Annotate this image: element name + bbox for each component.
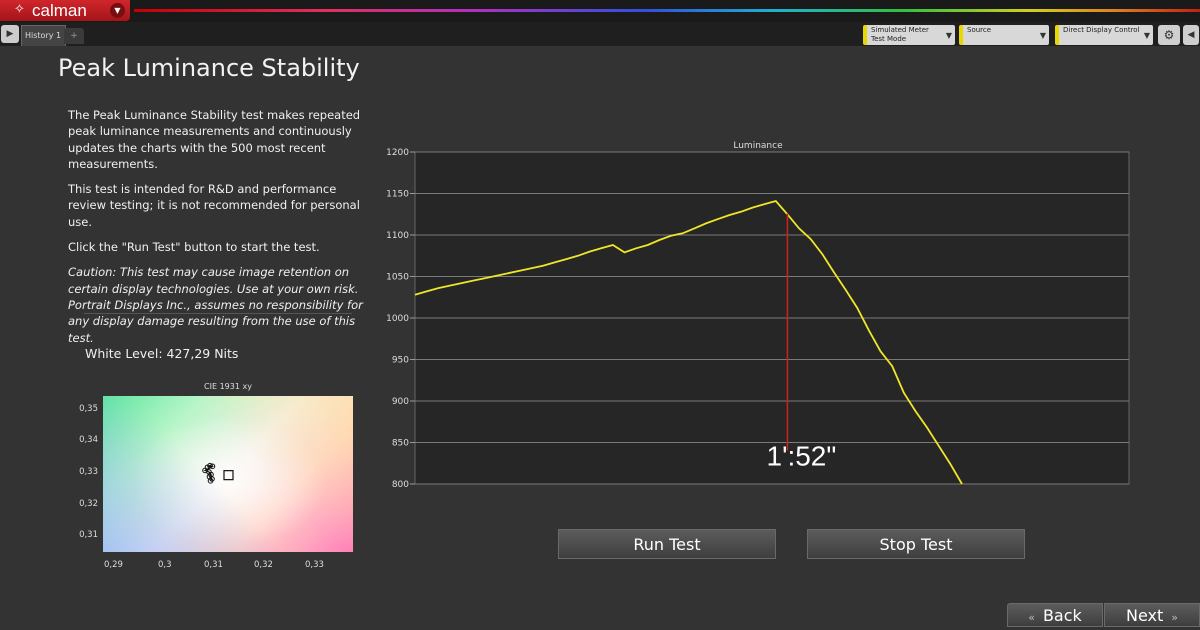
white-level-readout: White Level: 427,29 Nits [85, 346, 239, 361]
play-icon[interactable]: ▶ [1, 25, 19, 43]
cie-target-point [223, 470, 234, 481]
back-arrow-icon: « [1028, 611, 1035, 624]
source-dropdown-label: Source [967, 26, 992, 34]
back-label: Back [1042, 606, 1082, 625]
cie-y-tick: 0,35 [79, 404, 98, 414]
chart-y-tick-label: 850 [392, 439, 409, 449]
next-arrow-icon: » [1171, 611, 1178, 624]
run-test-button[interactable]: Run Test [558, 529, 776, 559]
cie-x-tick: 0,32 [254, 560, 273, 570]
elapsed-time-annotation: 1':52" [767, 441, 837, 472]
chart-y-tick-label: 1000 [386, 314, 409, 324]
cie-x-tick: 0,3 [158, 560, 172, 570]
cie-x-tick: 0,31 [204, 560, 223, 570]
description: The Peak Luminance Stability test makes … [68, 107, 373, 355]
chart-y-tick-label: 1150 [386, 190, 409, 200]
chart-y-tick-label: 1100 [386, 231, 409, 241]
chevron-down-icon: ▼ [110, 3, 125, 18]
cie-chart-title: CIE 1931 xy [204, 382, 252, 391]
chart-y-tick-label: 800 [392, 480, 409, 490]
next-label: Next [1125, 606, 1164, 625]
tab-history[interactable]: History 1 [21, 25, 66, 46]
cie-x-tick: 0,33 [305, 560, 324, 570]
cie-chart [103, 396, 353, 552]
add-tab-button[interactable]: + [64, 28, 84, 44]
stop-test-button[interactable]: Stop Test [807, 529, 1025, 559]
description-paragraph: Click the "Run Test" button to start the… [68, 240, 320, 255]
chart-y-tick-label: 950 [392, 356, 409, 366]
direct-display-control-dropdown[interactable]: Direct Display Control ▼ [1055, 25, 1153, 45]
gear-icon[interactable]: ⚙ [1158, 25, 1180, 45]
cie-y-tick: 0,34 [79, 435, 98, 445]
page-title: Peak Luminance Stability [58, 54, 360, 82]
chart-y-tick-label: 900 [392, 397, 409, 407]
description-paragraph: This test is intended for R&D and perfor… [68, 182, 360, 229]
divider [84, 313, 352, 314]
luminance-chart: Luminance 1200 1150 1100 1050 1000 950 900 850 8… [386, 141, 1130, 490]
back-button[interactable]: « Back [1007, 603, 1103, 627]
cie-y-tick: 0,31 [79, 530, 98, 540]
chevron-down-icon: ▼ [945, 31, 952, 40]
cie-plot [202, 462, 234, 484]
cie-y-tick: 0,33 [79, 467, 98, 477]
chart-y-tick-label: 1050 [386, 273, 409, 283]
collapse-icon[interactable]: ◀ [1183, 25, 1199, 45]
chart-title: Luminance [733, 141, 783, 151]
top-bar: ✧ calman ▼ [0, 0, 1200, 22]
rainbow-stripe [134, 9, 1200, 12]
description-paragraph: The Peak Luminance Stability test makes … [68, 108, 361, 171]
cie-x-tick: 0,29 [104, 560, 123, 570]
calman-menu-button[interactable]: ✧ calman ▼ [0, 0, 130, 21]
caution-text: Caution: This test may cause image reten… [68, 265, 363, 345]
chart-y-tick-label: 1200 [386, 148, 409, 158]
meter-dropdown-label: Simulated Meter [871, 26, 929, 34]
calman-logo-text: calman [32, 1, 87, 20]
chevron-down-icon: ▼ [1039, 31, 1046, 40]
chevron-down-icon: ▼ [1143, 31, 1150, 40]
tab-bar: ▶ History 1 + Simulated Meter Test Mode … [0, 22, 1200, 46]
cie-y-tick: 0,32 [79, 499, 98, 509]
ddc-dropdown-label: Direct Display Control [1063, 26, 1140, 34]
meter-dropdown[interactable]: Simulated Meter Test Mode ▼ [863, 25, 955, 45]
next-button[interactable]: Next » [1104, 603, 1200, 627]
source-dropdown[interactable]: Source ▼ [959, 25, 1049, 45]
meter-dropdown-sub: Test Mode [871, 35, 907, 43]
calman-logo-icon: ✧ [14, 2, 25, 17]
